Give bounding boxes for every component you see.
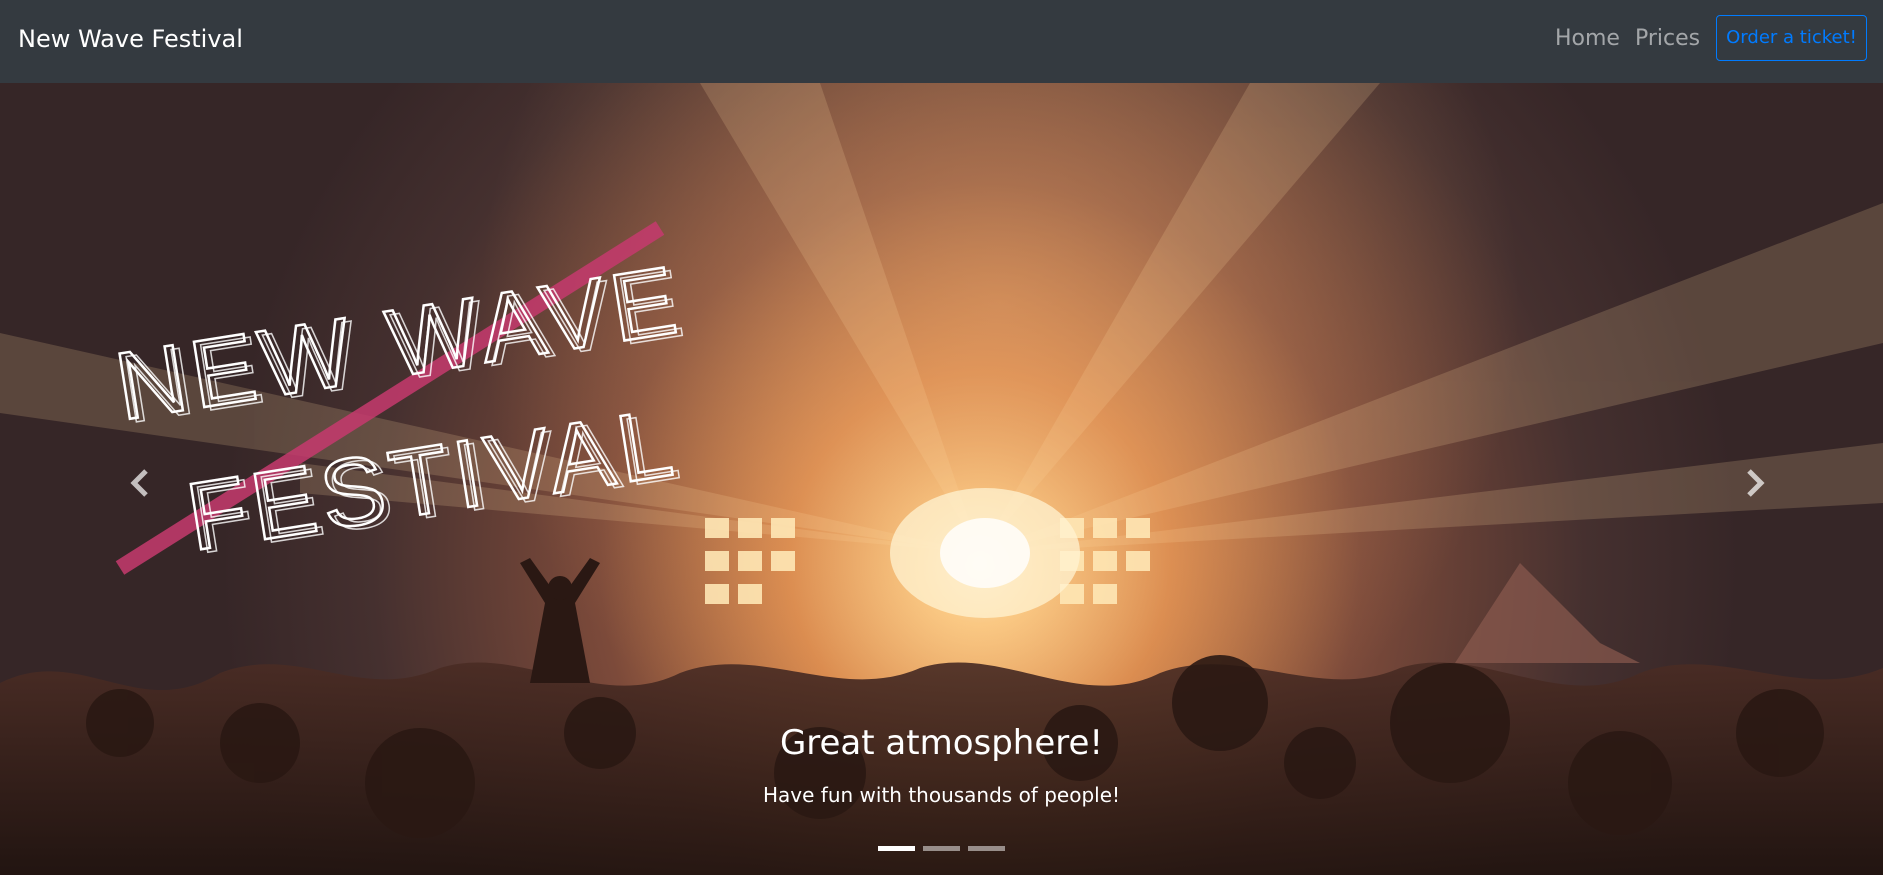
carousel-prev-control[interactable]: [120, 463, 160, 503]
carousel-next-control[interactable]: [1735, 463, 1775, 503]
slide-subtitle: Have fun with thousands of people!: [762, 783, 1121, 807]
carousel-indicator-2[interactable]: [923, 846, 960, 851]
nav-home-link[interactable]: Home: [1555, 22, 1620, 56]
carousel-indicator-3[interactable]: [968, 846, 1005, 851]
slide-title: Great atmosphere!: [779, 723, 1104, 763]
hero-carousel: NEW WAVE NEW WAVE FESTIVAL FESTIVAL Grea…: [0, 83, 1883, 875]
order-ticket-button[interactable]: Order a ticket!: [1716, 15, 1867, 61]
navbar: New Wave Festival Home Prices Order a ti…: [0, 0, 1883, 83]
brand-link[interactable]: New Wave Festival: [18, 22, 243, 56]
carousel-indicators: [0, 846, 1883, 854]
carousel-indicator-1[interactable]: [878, 846, 915, 851]
nav-prices-link[interactable]: Prices: [1635, 22, 1700, 56]
festival-logo: NEW WAVE NEW WAVE FESTIVAL FESTIVAL: [107, 221, 696, 575]
